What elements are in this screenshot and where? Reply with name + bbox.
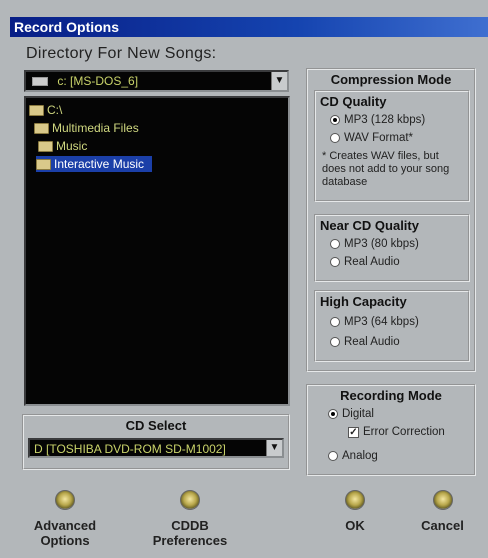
cddb-preferences-button[interactable]: CDDB Preferences bbox=[140, 490, 240, 548]
tree-item-label: Multimedia Files bbox=[52, 121, 139, 135]
radio-label: MP3 (80 kbps) bbox=[344, 238, 419, 250]
tree-item-label: C:\ bbox=[47, 103, 63, 117]
tree-item-interactive-music[interactable]: Interactive Music bbox=[36, 156, 153, 172]
advanced-options-button[interactable]: Advanced Options bbox=[20, 490, 110, 548]
wav-note: * Creates WAV files, but does not add to… bbox=[322, 150, 450, 188]
radio-label: MP3 (128 kbps) bbox=[344, 114, 426, 126]
radio-label: Analog bbox=[342, 450, 378, 462]
error-correction-option[interactable]: ✓ Error Correction bbox=[348, 426, 445, 438]
folder-open-icon bbox=[38, 140, 53, 152]
radio-unselected-icon[interactable] bbox=[330, 317, 340, 327]
radio-unselected-icon[interactable] bbox=[330, 337, 340, 347]
round-button-icon[interactable] bbox=[432, 490, 453, 510]
cd-drive-value: D [TOSHIBA DVD-ROM SD-M1002] bbox=[34, 442, 226, 456]
near-cd-quality-title: Near CD Quality bbox=[320, 218, 419, 233]
near-cd-mp3-option[interactable]: MP3 (80 kbps) bbox=[330, 238, 419, 250]
high-capacity-group: High Capacity MP3 (64 kbps) Real Audio bbox=[314, 290, 470, 362]
checkbox-label: Error Correction bbox=[363, 426, 445, 438]
folder-open-icon bbox=[36, 158, 51, 170]
ok-button[interactable]: OK bbox=[320, 490, 390, 533]
cd-quality-group: CD Quality MP3 (128 kbps) WAV Format* * … bbox=[314, 90, 470, 202]
analog-option[interactable]: Analog bbox=[328, 450, 378, 462]
cd-select-group: CD Select D [TOSHIBA DVD-ROM SD-M1002] ▼ bbox=[22, 414, 290, 470]
cd-quality-wav-option[interactable]: WAV Format* bbox=[330, 132, 413, 144]
cancel-button[interactable]: Cancel bbox=[405, 490, 480, 533]
digital-option[interactable]: Digital bbox=[328, 408, 374, 420]
radio-unselected-icon[interactable] bbox=[330, 239, 340, 249]
drive-dropdown[interactable]: c: [MS-DOS_6] ▼ bbox=[24, 70, 289, 92]
round-button-icon[interactable] bbox=[345, 490, 365, 510]
cd-quality-mp3-option[interactable]: MP3 (128 kbps) bbox=[330, 114, 425, 126]
radio-label: WAV Format* bbox=[344, 132, 414, 144]
ok-label: OK bbox=[345, 518, 365, 533]
high-capacity-title: High Capacity bbox=[320, 294, 407, 309]
high-capacity-mp3-option[interactable]: MP3 (64 kbps) bbox=[330, 316, 419, 328]
radio-unselected-icon[interactable] bbox=[330, 257, 340, 267]
window-title-bar[interactable]: Record Options bbox=[10, 17, 488, 37]
radio-label: MP3 (64 kbps) bbox=[344, 316, 419, 328]
cd-quality-title: CD Quality bbox=[320, 94, 387, 109]
drive-dropdown-arrow-icon[interactable]: ▼ bbox=[271, 72, 287, 90]
compression-mode-title: Compression Mode bbox=[330, 72, 452, 87]
cddb-label-line2: Preferences bbox=[152, 533, 228, 548]
cd-dropdown-arrow-icon[interactable]: ▼ bbox=[266, 440, 282, 456]
record-options-window: Record Options Directory For New Songs: … bbox=[0, 0, 488, 558]
cd-select-title: CD Select bbox=[125, 418, 187, 433]
near-cd-real-audio-option[interactable]: Real Audio bbox=[330, 256, 400, 268]
tree-item-music[interactable]: Music bbox=[38, 138, 87, 154]
tree-item-label: Music bbox=[56, 139, 88, 153]
near-cd-quality-group: Near CD Quality MP3 (80 kbps) Real Audio bbox=[314, 214, 470, 282]
cancel-label: Cancel bbox=[421, 518, 464, 533]
recording-mode-group: Recording Mode Digital ✓ Error Correctio… bbox=[306, 384, 476, 476]
radio-selected-icon[interactable] bbox=[328, 409, 338, 419]
tree-item-c-drive[interactable]: C:\ bbox=[29, 102, 62, 118]
hard-drive-icon bbox=[32, 77, 48, 87]
tree-item-multimedia-files[interactable]: Multimedia Files bbox=[34, 120, 139, 136]
drive-value: c: [MS-DOS_6] bbox=[57, 74, 139, 88]
radio-label: Digital bbox=[342, 408, 374, 420]
radio-label: Real Audio bbox=[344, 256, 400, 268]
advanced-label-line2: Options bbox=[40, 533, 90, 548]
compression-mode-group: Compression Mode CD Quality MP3 (128 kbp… bbox=[306, 68, 476, 372]
advanced-label-line1: Advanced bbox=[33, 518, 97, 533]
recording-mode-title: Recording Mode bbox=[340, 388, 442, 403]
cddb-label-line1: CDDB bbox=[171, 518, 209, 533]
directory-label: Directory For New Songs: bbox=[26, 45, 217, 62]
radio-label: Real Audio bbox=[344, 336, 400, 348]
window-title: Record Options bbox=[14, 19, 120, 35]
radio-unselected-icon[interactable] bbox=[328, 451, 338, 461]
checkbox-checked-icon[interactable]: ✓ bbox=[348, 426, 359, 438]
tree-item-label: Interactive Music bbox=[54, 157, 145, 171]
high-capacity-real-audio-option[interactable]: Real Audio bbox=[330, 336, 400, 348]
cd-drive-dropdown[interactable]: D [TOSHIBA DVD-ROM SD-M1002] ▼ bbox=[28, 438, 284, 458]
folder-open-icon bbox=[29, 104, 44, 116]
folder-tree[interactable]: C:\ Multimedia Files Music Interactive M… bbox=[24, 96, 290, 406]
folder-open-icon bbox=[34, 122, 49, 134]
round-button-icon[interactable] bbox=[180, 490, 200, 510]
radio-unselected-icon[interactable] bbox=[330, 133, 340, 143]
radio-selected-icon[interactable] bbox=[330, 115, 340, 125]
round-button-icon[interactable] bbox=[55, 490, 75, 510]
